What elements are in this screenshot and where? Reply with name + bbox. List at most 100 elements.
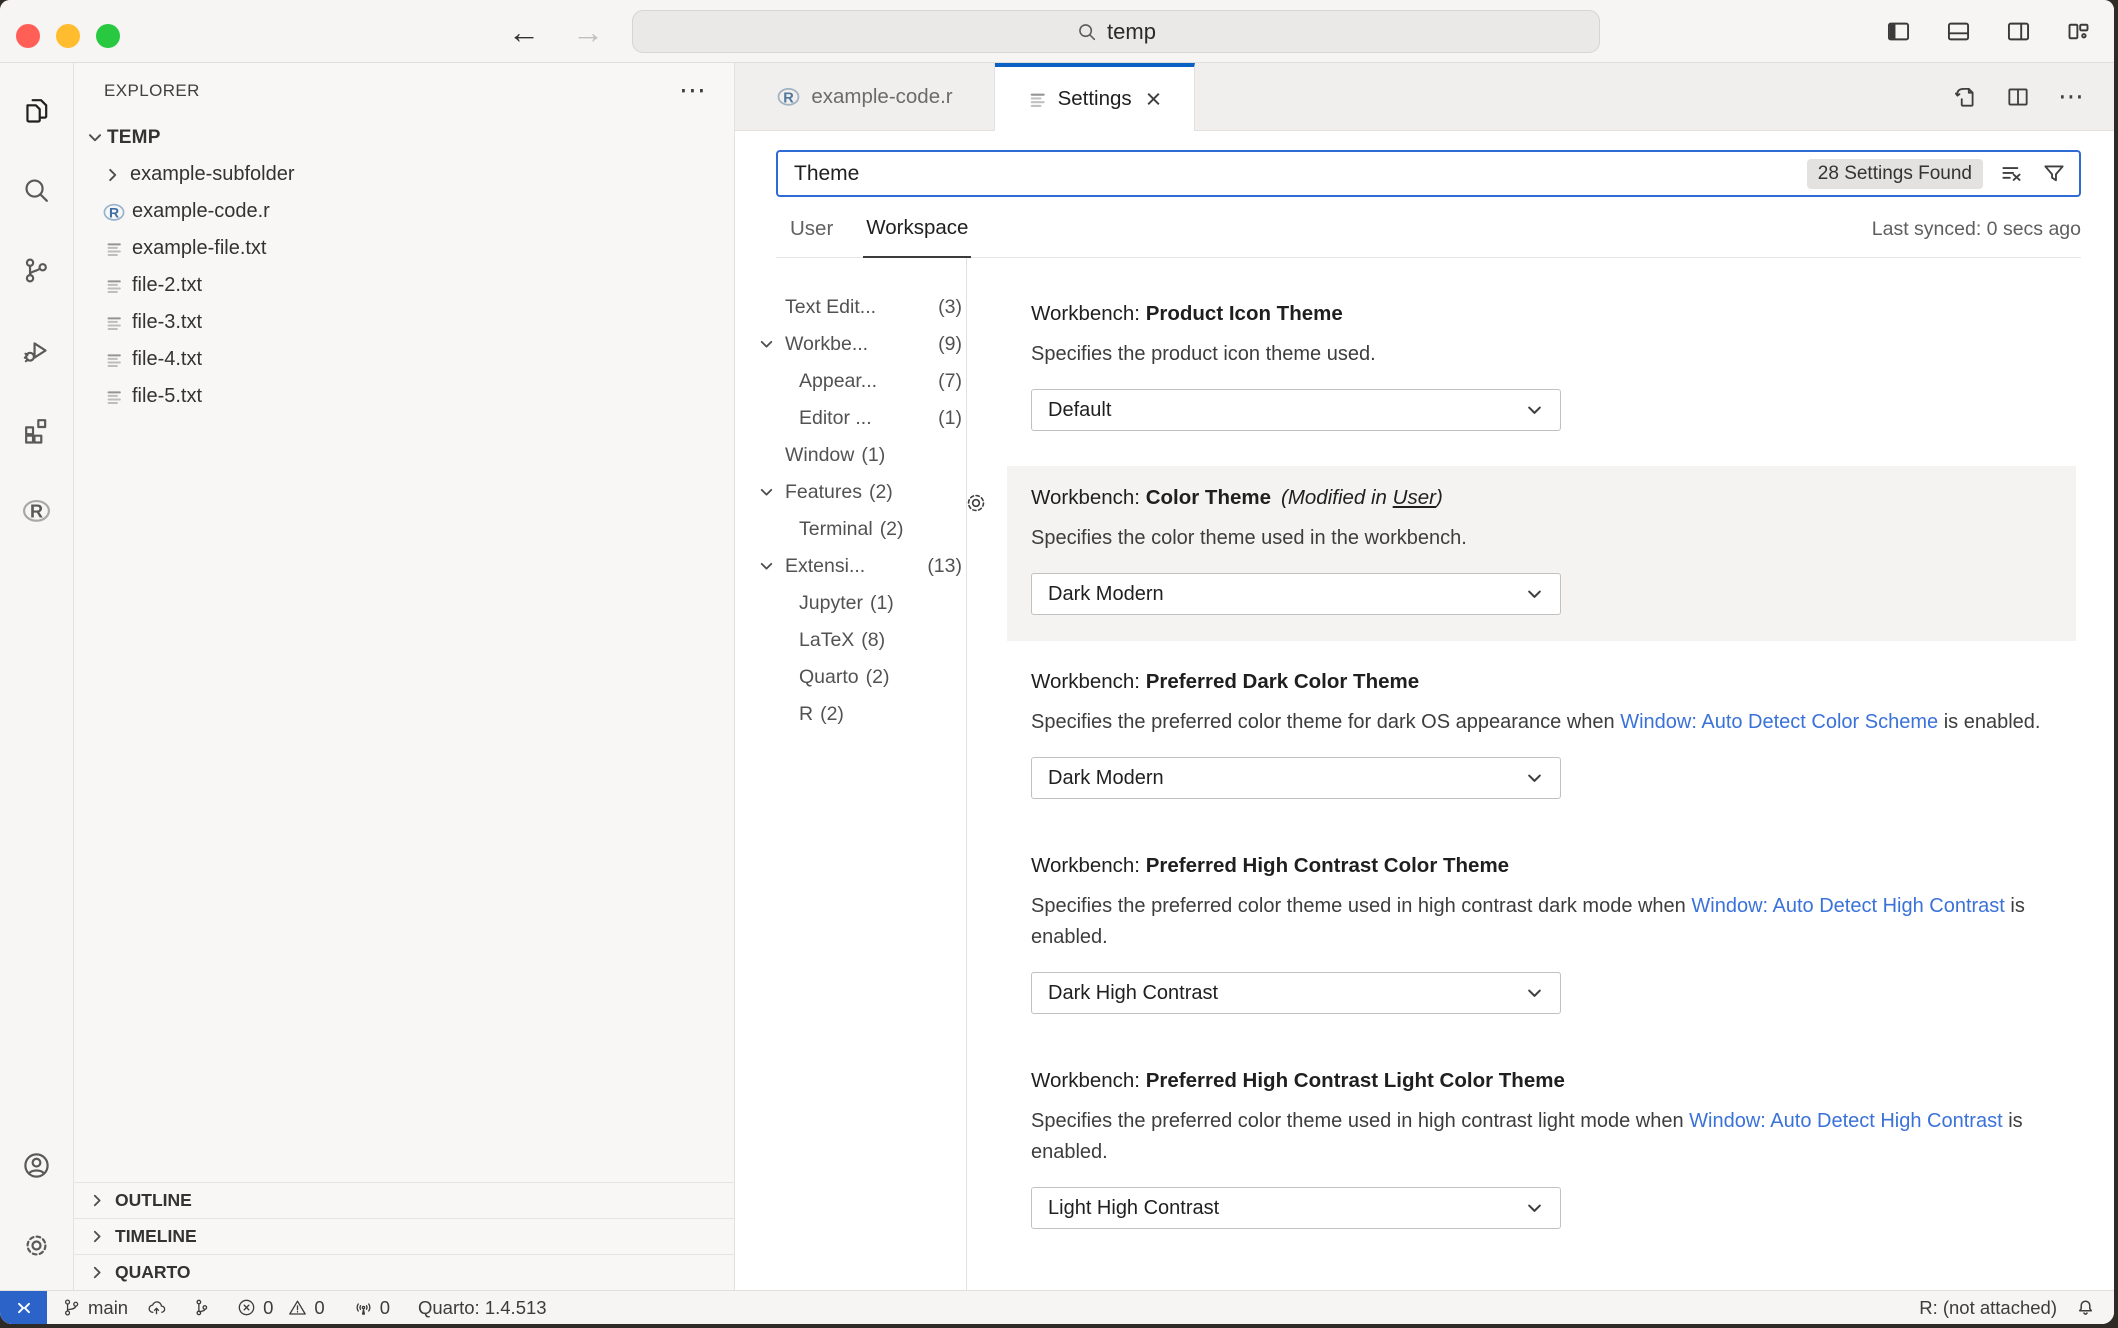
git-branch-icon bbox=[61, 1297, 82, 1318]
chevron-right-icon bbox=[86, 1190, 108, 1212]
tree-root-temp[interactable]: TEMP bbox=[74, 119, 734, 156]
sidebar-item-source-control[interactable] bbox=[0, 230, 74, 310]
sidebar-section-quarto[interactable]: QUARTO bbox=[74, 1254, 734, 1290]
sidebar-section-timeline[interactable]: TIMELINE bbox=[74, 1218, 734, 1254]
toggle-primary-sidebar-icon[interactable] bbox=[1885, 18, 1912, 45]
preferred-dark-theme-select[interactable]: Dark Modern bbox=[1031, 757, 1561, 799]
settings-toc: Text Edit...(3) Workbe...(9) Appear...(7… bbox=[735, 258, 966, 1290]
back-button[interactable]: ← bbox=[508, 16, 540, 48]
toc-item-workbench[interactable]: Workbe...(9) bbox=[735, 326, 966, 363]
toc-item-features[interactable]: Features(2) bbox=[735, 474, 966, 511]
tree-item-file[interactable]: file-4.txt bbox=[74, 341, 734, 378]
remote-indicator[interactable] bbox=[0, 1291, 47, 1324]
setting-title: Workbench: Preferred Dark Color Theme bbox=[1031, 670, 2056, 694]
forward-button[interactable]: → bbox=[572, 16, 604, 48]
toc-item-jupyter[interactable]: Jupyter(1) bbox=[735, 585, 966, 622]
toc-item-appearance[interactable]: Appear...(7) bbox=[735, 363, 966, 400]
settings-search-text: Theme bbox=[794, 162, 859, 186]
text-file-icon bbox=[101, 311, 127, 335]
toc-item-latex[interactable]: LaTeX(8) bbox=[735, 622, 966, 659]
publish-changes-button[interactable] bbox=[146, 1297, 167, 1318]
problems-indicator[interactable]: 0 0 bbox=[236, 1297, 325, 1319]
bell-icon[interactable] bbox=[2075, 1297, 2096, 1318]
toc-item-editor[interactable]: Editor ...(1) bbox=[735, 400, 966, 437]
minimize-window-button[interactable] bbox=[56, 24, 80, 48]
settings-list: Workbench: Product Icon Theme Specifies … bbox=[967, 258, 2114, 1290]
chevron-right-icon bbox=[86, 1262, 108, 1284]
toggle-secondary-sidebar-icon[interactable] bbox=[2005, 18, 2032, 45]
preferred-hc-dark-theme-select[interactable]: Dark High Contrast bbox=[1031, 972, 1561, 1014]
chevron-down-icon bbox=[758, 558, 775, 575]
account-icon bbox=[21, 1150, 52, 1181]
explorer-sidebar: EXPLORER ⋯ TEMP example-subfolder exampl… bbox=[74, 63, 735, 1290]
ports-indicator[interactable]: 0 bbox=[353, 1297, 390, 1319]
split-editor-icon[interactable] bbox=[2005, 84, 2031, 110]
auto-detect-high-contrast-link[interactable]: Window: Auto Detect High Contrast bbox=[1691, 895, 2004, 917]
sidebar-item-extensions[interactable] bbox=[0, 390, 74, 470]
gear-icon[interactable] bbox=[963, 490, 989, 516]
sidebar-item-explorer[interactable] bbox=[0, 70, 74, 150]
account-button[interactable] bbox=[0, 1125, 74, 1205]
r-session-status[interactable]: R: (not attached) bbox=[1919, 1297, 2057, 1319]
text-file-icon bbox=[101, 237, 127, 261]
customize-layout-icon[interactable] bbox=[2065, 18, 2092, 45]
more-actions-icon[interactable]: ⋯ bbox=[679, 84, 708, 98]
branch-indicator[interactable]: main bbox=[61, 1297, 128, 1319]
tree-item-file[interactable]: example-code.r bbox=[74, 193, 734, 230]
tree-item-file[interactable]: example-file.txt bbox=[74, 230, 734, 267]
settings-editor: Theme 28 Settings Found User Workspace L… bbox=[735, 131, 2114, 1290]
tab-example-code-r[interactable]: example-code.r bbox=[735, 63, 995, 130]
status-bar: main 0 0 0 Quarto: 1.4.513 R: (not attac… bbox=[0, 1290, 2114, 1324]
product-icon-theme-select[interactable]: Default bbox=[1031, 389, 1561, 431]
chevron-down-icon bbox=[1525, 585, 1544, 604]
app-window: ← → temp EXPLORER bbox=[0, 0, 2114, 1324]
setting-product-icon-theme: Workbench: Product Icon Theme Specifies … bbox=[1007, 282, 2076, 457]
close-window-button[interactable] bbox=[16, 24, 40, 48]
auto-detect-color-scheme-link[interactable]: Window: Auto Detect Color Scheme bbox=[1620, 711, 1938, 733]
modified-in-user-link[interactable]: User bbox=[1393, 486, 1436, 509]
more-actions-icon[interactable]: ⋯ bbox=[2058, 91, 2087, 101]
close-icon[interactable]: × bbox=[1146, 86, 1162, 113]
preferred-hc-light-theme-select[interactable]: Light High Contrast bbox=[1031, 1187, 1561, 1229]
sidebar-item-search[interactable] bbox=[0, 150, 74, 230]
toc-item-r[interactable]: R(2) bbox=[735, 696, 966, 733]
tab-workspace[interactable]: Workspace bbox=[863, 216, 971, 258]
tree-item-file[interactable]: file-2.txt bbox=[74, 267, 734, 304]
last-synced-label: Last synced: 0 secs ago bbox=[1872, 218, 2081, 257]
command-center-search[interactable]: temp bbox=[632, 10, 1600, 53]
tab-settings[interactable]: Settings × bbox=[995, 63, 1195, 131]
tree-item-folder[interactable]: example-subfolder bbox=[74, 156, 734, 193]
sidebar-section-outline[interactable]: OUTLINE bbox=[74, 1182, 734, 1218]
tab-user[interactable]: User bbox=[787, 217, 836, 257]
manage-settings-button[interactable] bbox=[0, 1205, 74, 1285]
source-control-graph-button[interactable] bbox=[191, 1297, 212, 1318]
toggle-panel-icon[interactable] bbox=[1945, 18, 1972, 45]
zoom-window-button[interactable] bbox=[96, 24, 120, 48]
clear-settings-search-icon[interactable] bbox=[1999, 161, 2025, 187]
open-settings-json-icon[interactable] bbox=[1952, 84, 1978, 110]
settings-file-icon bbox=[1028, 89, 1048, 109]
editor-tab-bar: example-code.r Settings × ⋯ bbox=[735, 63, 2114, 131]
tree-item-file[interactable]: file-5.txt bbox=[74, 378, 734, 415]
toc-item-terminal[interactable]: Terminal(2) bbox=[735, 511, 966, 548]
r-file-icon bbox=[776, 84, 801, 109]
chevron-down-icon bbox=[758, 484, 775, 501]
setting-title: Workbench: Preferred High Contrast Light… bbox=[1031, 1069, 2056, 1093]
filter-icon[interactable] bbox=[2041, 161, 2067, 187]
toc-item-quarto[interactable]: Quarto(2) bbox=[735, 659, 966, 696]
toc-item-text-editor[interactable]: Text Edit...(3) bbox=[735, 289, 966, 326]
setting-description: Specifies the preferred color theme used… bbox=[1031, 1106, 2051, 1168]
sidebar-item-r-environment[interactable] bbox=[0, 470, 74, 550]
toc-item-window[interactable]: Window(1) bbox=[735, 437, 966, 474]
setting-description: Specifies the preferred color theme used… bbox=[1031, 891, 2051, 953]
chevron-right-icon bbox=[101, 163, 125, 187]
settings-search-input[interactable]: Theme 28 Settings Found bbox=[776, 150, 2081, 197]
auto-detect-high-contrast-link[interactable]: Window: Auto Detect High Contrast bbox=[1689, 1110, 2002, 1132]
sidebar-item-run-debug[interactable] bbox=[0, 310, 74, 390]
quarto-version[interactable]: Quarto: 1.4.513 bbox=[418, 1297, 547, 1319]
chevron-down-icon bbox=[1525, 1199, 1544, 1218]
layout-controls bbox=[1885, 0, 2092, 63]
color-theme-select[interactable]: Dark Modern bbox=[1031, 573, 1561, 615]
tree-item-file[interactable]: file-3.txt bbox=[74, 304, 734, 341]
toc-item-extensions[interactable]: Extensi...(13) bbox=[735, 548, 966, 585]
